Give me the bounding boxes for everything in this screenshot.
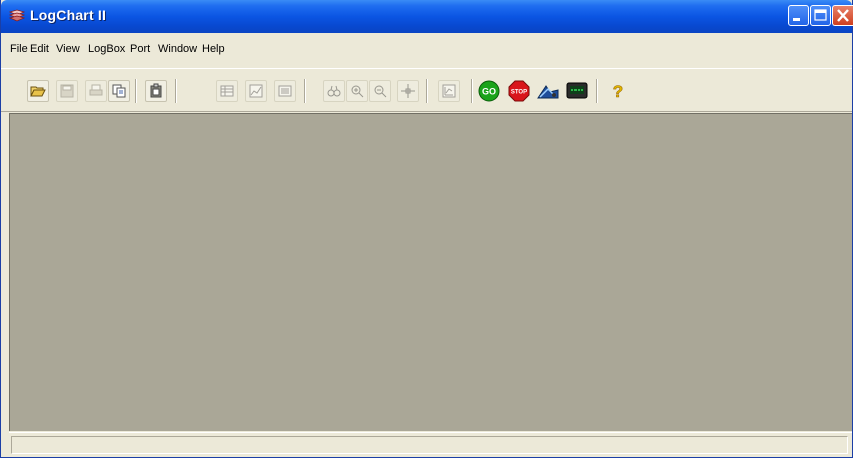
find-button[interactable] bbox=[323, 80, 345, 102]
logbox-icon bbox=[537, 85, 559, 99]
stop-icon: STOP bbox=[508, 80, 530, 102]
toolbar: GO STOP ? bbox=[1, 68, 852, 112]
go-button[interactable]: GO bbox=[478, 80, 500, 102]
zoom-out-button[interactable] bbox=[369, 80, 391, 102]
minimize-button[interactable] bbox=[788, 5, 809, 26]
save-button[interactable] bbox=[56, 80, 78, 102]
app-icon bbox=[9, 9, 25, 22]
svg-text:?: ? bbox=[613, 82, 623, 101]
help-icon: ? bbox=[613, 82, 624, 102]
minimize-icon bbox=[793, 18, 800, 21]
menu-bar: File Edit View LogBox Port Window Help bbox=[1, 40, 852, 60]
status-panel bbox=[11, 436, 848, 454]
table-view-button[interactable] bbox=[216, 80, 238, 102]
open-folder-icon bbox=[30, 86, 46, 97]
menu-file[interactable]: File bbox=[10, 43, 28, 55]
toolbar-separator bbox=[596, 79, 598, 103]
print-icon bbox=[89, 84, 103, 96]
close-button[interactable] bbox=[832, 5, 853, 26]
graph-settings-button[interactable] bbox=[438, 80, 460, 102]
maximize-button[interactable] bbox=[810, 5, 831, 26]
chart-view-button[interactable] bbox=[245, 80, 267, 102]
crosshair-icon bbox=[401, 84, 415, 98]
zoom-in-icon bbox=[351, 85, 364, 98]
maximize-icon bbox=[814, 9, 827, 21]
copy-button[interactable] bbox=[108, 80, 130, 102]
save-icon bbox=[60, 84, 74, 98]
list-view-icon bbox=[278, 85, 292, 97]
close-icon bbox=[837, 9, 849, 22]
stop-label: STOP bbox=[511, 90, 527, 96]
toolbar-separator bbox=[471, 79, 473, 103]
toolbar-separator bbox=[426, 79, 428, 103]
zoom-in-button[interactable] bbox=[346, 80, 368, 102]
print-button[interactable] bbox=[85, 80, 107, 102]
menu-window[interactable]: Window bbox=[158, 43, 197, 55]
graph-settings-icon bbox=[442, 84, 456, 98]
title-bar[interactable]: LogChart II bbox=[1, 0, 853, 33]
main-window: LogChart II File Edit View LogBox Port W… bbox=[0, 0, 853, 458]
list-view-button[interactable] bbox=[274, 80, 296, 102]
menu-logbox[interactable]: LogBox bbox=[88, 43, 125, 55]
toolbar-separator bbox=[135, 79, 137, 103]
status-bar bbox=[9, 432, 852, 456]
menu-help[interactable]: Help bbox=[202, 43, 225, 55]
clipboard-icon bbox=[150, 83, 162, 98]
zoom-out-icon bbox=[374, 85, 387, 98]
menu-edit[interactable]: Edit bbox=[30, 43, 49, 55]
binoculars-icon bbox=[327, 85, 341, 97]
chart-view-icon bbox=[249, 84, 263, 98]
clipboard-button[interactable] bbox=[145, 80, 167, 102]
toolbar-separator bbox=[175, 79, 177, 103]
stop-button[interactable]: STOP bbox=[508, 80, 530, 102]
help-button[interactable]: ? bbox=[607, 80, 629, 102]
go-label: GO bbox=[482, 87, 496, 97]
monitor-button[interactable] bbox=[566, 80, 588, 102]
mdi-client-area[interactable] bbox=[9, 113, 852, 431]
table-view-icon bbox=[220, 85, 234, 97]
go-icon: GO bbox=[478, 80, 500, 102]
copy-icon bbox=[112, 84, 126, 98]
logbox-button[interactable] bbox=[536, 80, 559, 102]
cursor-button[interactable] bbox=[397, 80, 419, 102]
window-title: LogChart II bbox=[30, 7, 107, 23]
open-button[interactable] bbox=[27, 80, 49, 102]
toolbar-separator bbox=[304, 79, 306, 103]
menu-view[interactable]: View bbox=[56, 43, 80, 55]
menu-port[interactable]: Port bbox=[130, 43, 150, 55]
monitor-icon bbox=[566, 82, 588, 99]
